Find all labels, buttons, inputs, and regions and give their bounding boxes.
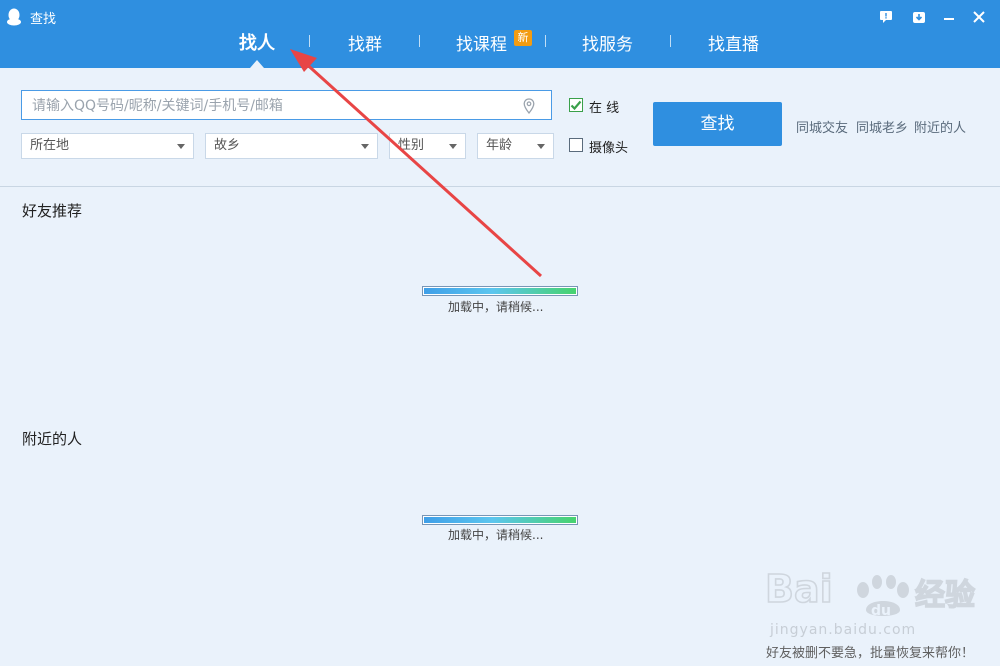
svg-text:经验: 经验 bbox=[915, 578, 975, 613]
svg-text:du: du bbox=[871, 603, 891, 619]
baidu-jingyan-watermark-logo: Bai du 经验 bbox=[765, 566, 976, 619]
svg-text:Bai: Bai bbox=[765, 567, 833, 611]
watermark-site: jingyan.baidu.com bbox=[770, 622, 917, 638]
footer-promo-text[interactable]: 好友被删不要急，批量恢复来帮你！ bbox=[766, 642, 974, 661]
